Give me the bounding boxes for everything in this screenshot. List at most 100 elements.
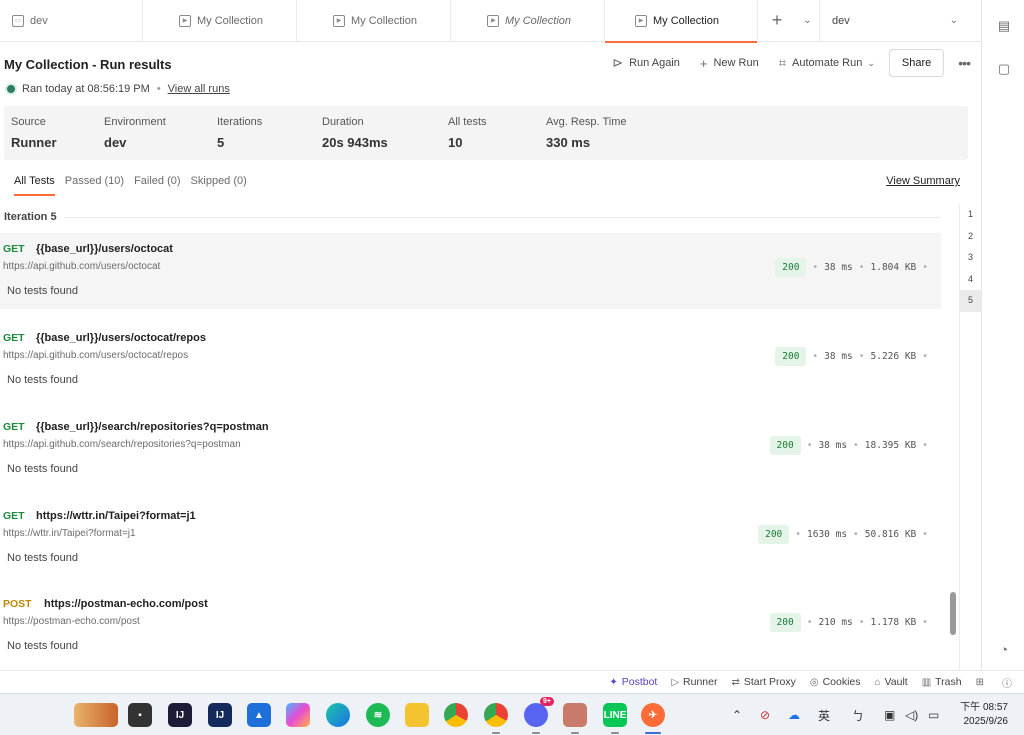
tab-bar: ▭ dev ▶ My Collection ▶ My Collection ▶ … — [0, 0, 981, 43]
status-badge: 200 — [758, 525, 790, 544]
separator-dot: • — [156, 83, 161, 95]
clock-time: 下午 08:57 — [960, 702, 1008, 713]
iteration-item-1[interactable]: 1 — [960, 204, 981, 226]
chevron-down-icon: ⌄ — [949, 15, 958, 26]
ime-indicator[interactable]: 英 — [818, 694, 830, 735]
iteration-item-2[interactable]: 2 — [960, 226, 981, 248]
widgets-icon[interactable] — [74, 703, 118, 727]
cookies-label: Cookies — [822, 676, 861, 688]
view-summary-link[interactable]: View Summary — [886, 175, 960, 187]
cookies-button[interactable]: ◎ Cookies — [810, 676, 861, 688]
iteration-heading: Iteration 5 — [4, 211, 940, 223]
response-meta: 200 • 38 ms • 5.226 KB • — [775, 347, 934, 366]
request-row[interactable]: GET {{base_url}}/search/repositories?q=p… — [0, 411, 941, 487]
photos-icon[interactable]: ▲ — [247, 703, 271, 727]
request-row[interactable]: GET {{base_url}}/users/octocat/repos htt… — [0, 322, 941, 398]
tab-skipped[interactable]: Skipped (0) — [191, 175, 247, 196]
proxy-icon: ⇄ — [731, 676, 740, 688]
ime-mode-icon[interactable]: ㄅ — [852, 694, 864, 735]
terminal-icon[interactable]: ▪ — [128, 703, 152, 727]
help-button[interactable]: ⓘ — [1002, 675, 1016, 690]
tab-environment-dev[interactable]: ▭ dev — [0, 0, 143, 42]
response-meta: 200 • 38 ms • 18.395 KB • — [769, 436, 934, 455]
tab-all-tests[interactable]: All Tests — [14, 175, 55, 196]
iteration-item-4[interactable]: 4 — [960, 269, 981, 291]
request-name: {{base_url}}/users/octocat — [36, 243, 173, 255]
tab-passed[interactable]: Passed (10) — [65, 175, 124, 196]
more-options-icon[interactable]: ••• — [958, 55, 971, 71]
copilot-icon[interactable] — [286, 703, 310, 727]
spotify-icon[interactable]: ≋ — [366, 703, 390, 727]
response-time: 1630 ms — [807, 529, 848, 540]
trash-button[interactable]: ▥ Trash — [922, 676, 962, 688]
automate-run-button[interactable]: ⌗ Automate Run ⌄ — [779, 55, 875, 71]
iteration-title: Iteration 5 — [4, 211, 57, 223]
security-icon[interactable]: ⊘ — [760, 694, 770, 735]
vault-icon: ⌂ — [874, 676, 881, 688]
edge-icon[interactable] — [326, 703, 350, 727]
image-viewer-icon[interactable] — [563, 703, 587, 727]
tab-my-collection-3[interactable]: ▶ My Collection — [451, 0, 605, 42]
view-all-runs-link[interactable]: View all runs — [168, 83, 230, 95]
results-scrollbar[interactable] — [950, 592, 956, 635]
request-row[interactable]: POST https://postman-echo.com/post https… — [0, 588, 941, 664]
separator-dot: • — [858, 617, 865, 628]
tests-note: No tests found — [7, 374, 78, 386]
start-proxy-button[interactable]: ⇄ Start Proxy — [732, 676, 796, 688]
line-icon[interactable]: LINE — [603, 703, 627, 727]
tab-my-collection-1[interactable]: ▶ My Collection — [143, 0, 297, 42]
iteration-item-5[interactable]: 5 — [960, 290, 981, 312]
new-run-button[interactable]: + New Run — [700, 56, 759, 71]
runner-icon: ▷ — [671, 676, 680, 688]
tray-chevron-icon[interactable]: ⌃ — [732, 694, 742, 735]
tab-failed[interactable]: Failed (0) — [134, 175, 180, 196]
share-button[interactable]: Share — [888, 49, 945, 77]
response-meta: 200 • 1630 ms • 50.816 KB • — [758, 525, 934, 544]
environment-icon: ▭ — [12, 14, 24, 27]
separator-dot: • — [812, 351, 819, 362]
postman-icon[interactable]: ✈ — [641, 703, 665, 727]
file-explorer-icon[interactable] — [405, 703, 429, 727]
summary-duration: Duration 20s 943ms — [322, 116, 388, 150]
vault-button[interactable]: ⌂ Vault — [875, 676, 908, 688]
tab-list-dropdown[interactable]: ⌄ — [796, 0, 820, 42]
tab-my-collection-2[interactable]: ▶ My Collection — [297, 0, 451, 42]
onedrive-icon[interactable]: ☁ — [788, 694, 800, 735]
chrome-profile-icon[interactable] — [484, 703, 508, 727]
tab-my-collection-active[interactable]: ▶ My Collection — [605, 0, 758, 43]
environment-selector[interactable]: dev ⌄ — [820, 0, 970, 42]
layout-toggle-button[interactable]: ⊞ — [976, 677, 988, 688]
new-run-label: New Run — [713, 57, 759, 69]
request-url: https://wttr.in/Taipei?format=j1 — [3, 528, 136, 539]
chrome-icon[interactable] — [444, 703, 468, 727]
request-url: https://api.github.com/users/octocat/rep… — [3, 350, 189, 361]
volume-icon[interactable]: ◁) — [905, 694, 918, 735]
separator-dot: • — [853, 440, 859, 451]
response-meta: 200 • 38 ms • 1.804 KB • — [775, 258, 934, 277]
response-time: 38 ms — [824, 262, 853, 273]
display-icon[interactable]: ▣ — [884, 694, 895, 735]
cookie-icon: ◎ — [809, 676, 819, 688]
run-summary-panel: Source Runner Environment dev Iterations… — [4, 106, 968, 160]
summary-environment: Environment dev — [104, 116, 166, 150]
battery-icon[interactable]: ▭ — [928, 694, 939, 735]
discord-icon[interactable]: 9+ — [524, 697, 554, 727]
response-size: 1.178 KB — [870, 617, 917, 628]
chevron-down-icon: ⌄ — [803, 15, 812, 26]
status-badge: 200 — [769, 613, 801, 632]
request-row[interactable]: GET {{base_url}}/users/octocat https://a… — [0, 233, 941, 309]
intellij-icon[interactable]: IJ — [168, 703, 192, 727]
system-clock[interactable]: 下午 08:57 2025/9/26 — [960, 701, 1008, 729]
comments-icon[interactable]: ▢ — [996, 61, 1012, 77]
postbot-button[interactable]: ✦ Postbot — [609, 676, 657, 688]
documentation-icon[interactable]: ▤ — [996, 18, 1012, 34]
request-row[interactable]: GET https://wttr.in/Taipei?format=j1 htt… — [0, 500, 941, 576]
iteration-item-3[interactable]: 3 — [960, 247, 981, 269]
run-again-button[interactable]: ⊳ Run Again — [612, 55, 680, 71]
release-notes-icon[interactable]: ◔ — [996, 642, 1012, 658]
runner-button[interactable]: ▷ Runner — [671, 676, 717, 688]
new-tab-button[interactable]: + — [758, 0, 796, 42]
tab-label: My Collection — [505, 14, 572, 27]
separator-dot: • — [795, 529, 801, 540]
jetbrains-icon[interactable]: IJ — [208, 703, 232, 727]
